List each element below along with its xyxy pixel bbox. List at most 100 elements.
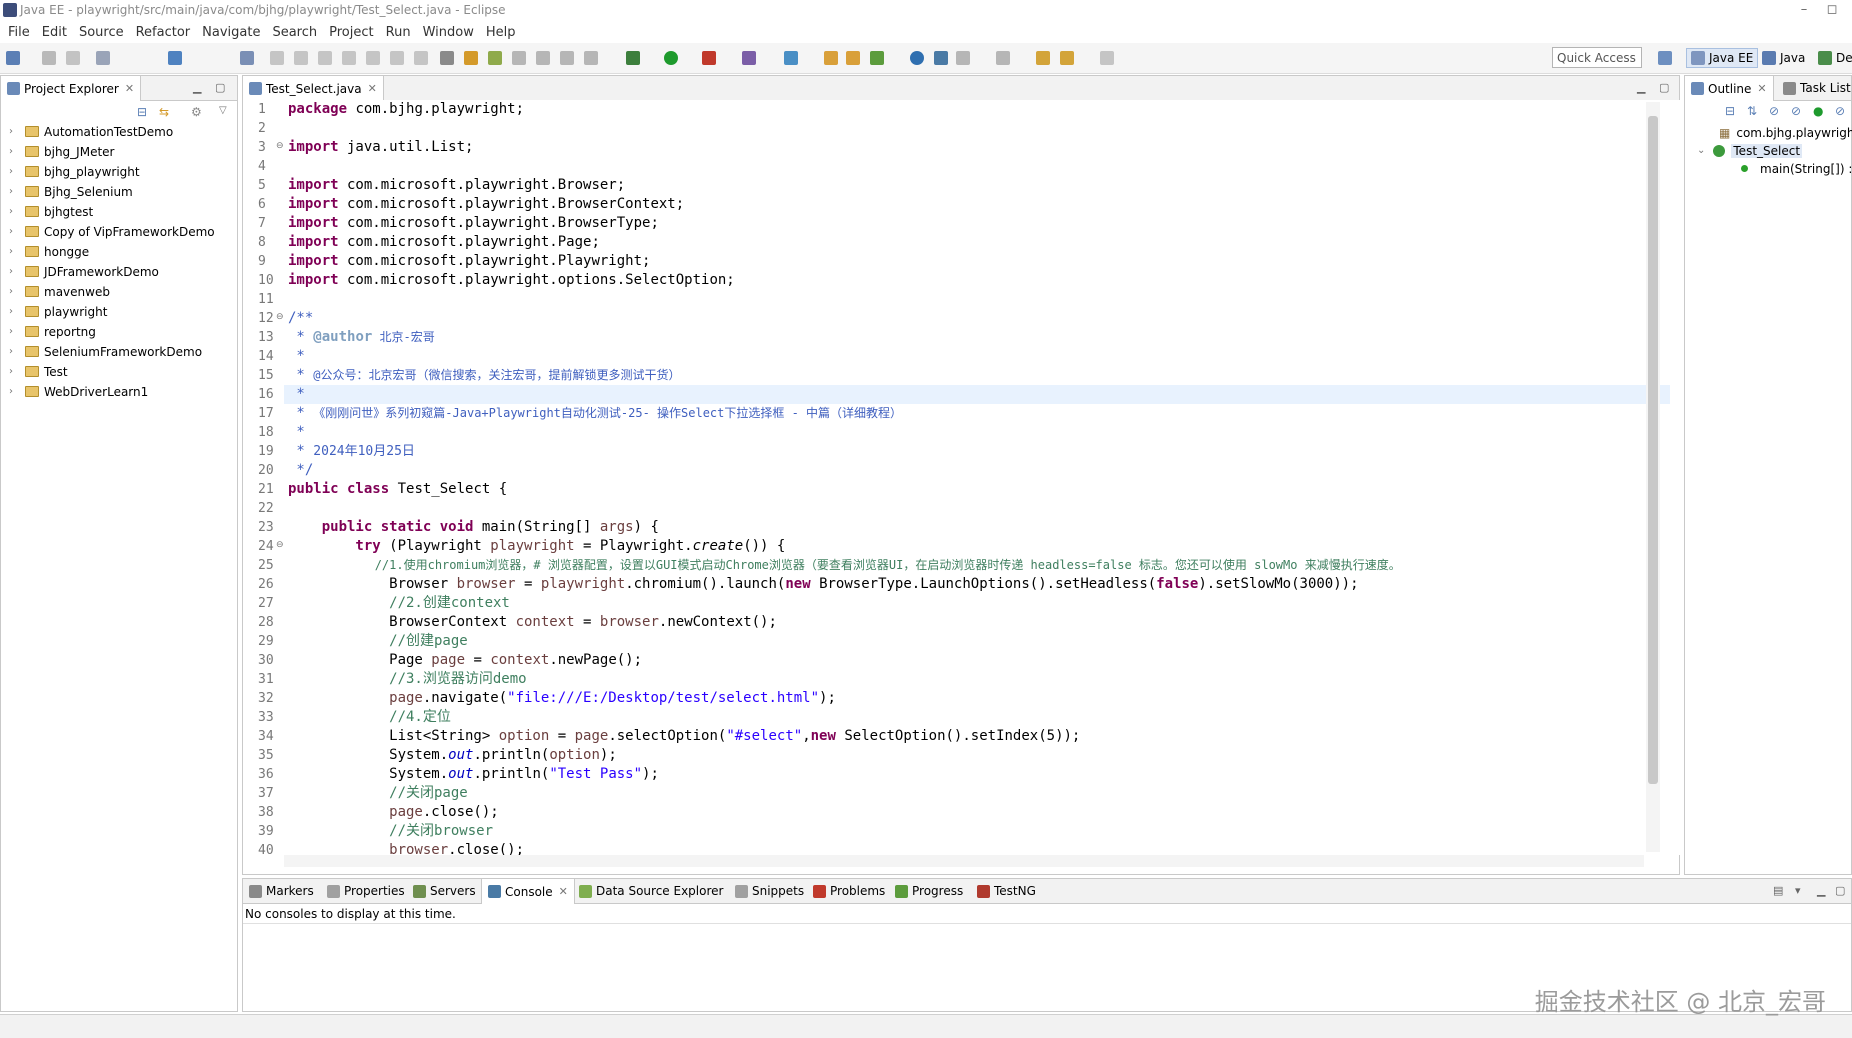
quick-access-input[interactable]: Quick Access bbox=[1552, 47, 1642, 68]
forward-icon[interactable] bbox=[1100, 51, 1114, 65]
open-perspective-icon[interactable] bbox=[1658, 51, 1672, 65]
show-whitespace-icon[interactable] bbox=[560, 51, 574, 65]
new-class-icon[interactable] bbox=[846, 51, 860, 65]
hide-fields-icon[interactable]: ⊘ bbox=[1769, 104, 1779, 118]
chevron-right-icon[interactable]: › bbox=[9, 186, 19, 197]
perspective-java[interactable]: Java bbox=[1762, 48, 1805, 68]
annotation-prev-icon[interactable] bbox=[996, 51, 1010, 65]
list-item[interactable]: › SeleniumFrameworkDemo bbox=[9, 343, 202, 360]
link-editor-icon[interactable]: ⇆ bbox=[159, 105, 169, 119]
minimize-button[interactable]: – bbox=[1790, 0, 1818, 22]
open-perspective-tool-icon[interactable] bbox=[870, 51, 884, 65]
minimize-view-icon[interactable]: ▁ bbox=[193, 81, 201, 94]
tab-outline[interactable]: Outline ✕ bbox=[1684, 76, 1774, 101]
chevron-right-icon[interactable]: › bbox=[9, 206, 19, 217]
list-item[interactable]: › Bjhg_Selenium bbox=[9, 183, 133, 200]
display-console-icon[interactable]: ▤ bbox=[1773, 884, 1783, 897]
toggle-mark-icon[interactable] bbox=[512, 51, 526, 65]
menu-edit[interactable]: Edit bbox=[42, 25, 67, 40]
hide-nonpublic-icon[interactable]: ● bbox=[1813, 104, 1823, 118]
run-icon[interactable] bbox=[664, 51, 678, 65]
minimize-view-icon[interactable]: ▁ bbox=[1637, 81, 1645, 94]
maximize-view-icon[interactable]: ▢ bbox=[1659, 81, 1669, 94]
tab-markers[interactable]: Markers bbox=[243, 879, 320, 903]
list-item[interactable]: › bjhg_playwright bbox=[9, 163, 140, 180]
disconnect-icon[interactable] bbox=[342, 51, 356, 65]
debug-icon[interactable] bbox=[626, 51, 640, 65]
terminate-icon[interactable] bbox=[318, 51, 332, 65]
open-type-icon[interactable] bbox=[440, 51, 454, 65]
open-web-icon[interactable] bbox=[934, 51, 948, 65]
maximize-view-icon[interactable]: ▢ bbox=[1835, 884, 1845, 897]
tab-test-select-java[interactable]: Test_Select.java ✕ bbox=[242, 76, 384, 101]
list-item[interactable]: › WebDriverLearn1 bbox=[9, 383, 148, 400]
tab-snippets[interactable]: Snippets bbox=[729, 879, 810, 903]
close-icon[interactable]: ✕ bbox=[125, 82, 134, 95]
chevron-right-icon[interactable]: › bbox=[9, 386, 19, 397]
print-icon[interactable] bbox=[96, 51, 110, 65]
close-icon[interactable]: ✕ bbox=[368, 82, 377, 95]
close-icon[interactable]: ✕ bbox=[559, 885, 568, 898]
search-task-icon[interactable] bbox=[488, 51, 502, 65]
maximize-button[interactable]: ◻ bbox=[1818, 0, 1846, 22]
tab-project-explorer[interactable]: Project Explorer ✕ bbox=[0, 76, 142, 101]
save-all-icon[interactable] bbox=[66, 51, 80, 65]
fold-toggle-icon[interactable]: ⊖ bbox=[276, 540, 284, 550]
list-item[interactable]: › Copy of VipFrameworkDemo bbox=[9, 223, 215, 240]
chevron-right-icon[interactable]: › bbox=[9, 286, 19, 297]
chevron-right-icon[interactable]: › bbox=[9, 326, 19, 337]
tab-testng[interactable]: TestNG bbox=[971, 879, 1042, 903]
list-item[interactable]: › playwright bbox=[9, 303, 107, 320]
filter-icon[interactable]: ⚙ bbox=[191, 105, 202, 119]
chevron-right-icon[interactable]: › bbox=[9, 166, 19, 177]
tab-progress[interactable]: Progress bbox=[889, 879, 969, 903]
perspective-java-ee[interactable]: Java EE bbox=[1686, 48, 1759, 68]
chevron-right-icon[interactable]: › bbox=[9, 346, 19, 357]
hide-local-types-icon[interactable]: ⊘ bbox=[1835, 104, 1845, 118]
tab-console[interactable]: Console ✕ bbox=[481, 879, 575, 904]
maximize-view-icon[interactable]: ▢ bbox=[215, 81, 225, 94]
sort-icon[interactable]: ⇅ bbox=[1747, 104, 1757, 118]
back-icon[interactable] bbox=[1060, 51, 1074, 65]
terminal-icon[interactable] bbox=[168, 51, 182, 65]
toggle-word-wrap-icon[interactable] bbox=[584, 51, 598, 65]
menu-search[interactable]: Search bbox=[272, 25, 317, 40]
toggle-block-icon[interactable] bbox=[536, 51, 550, 65]
outline-item-method[interactable]: main(String[]) : bbox=[1741, 160, 1852, 177]
hide-static-icon[interactable]: ⊘ bbox=[1791, 104, 1801, 118]
web-browser-icon[interactable] bbox=[910, 51, 924, 65]
list-item[interactable]: › reportng bbox=[9, 323, 96, 340]
resume-icon[interactable] bbox=[270, 51, 284, 65]
menu-refactor[interactable]: Refactor bbox=[136, 25, 191, 40]
tab-problems[interactable]: Problems bbox=[807, 879, 891, 903]
editor-vertical-scrollbar[interactable] bbox=[1646, 102, 1660, 852]
menu-run[interactable]: Run bbox=[386, 25, 411, 40]
save-icon[interactable] bbox=[42, 51, 56, 65]
minimize-view-icon[interactable]: ▁ bbox=[1817, 884, 1825, 897]
code-editor[interactable]: 1 2 3 4 5 6 7 8 9 10 11 12 13 14 15 16 1… bbox=[244, 100, 1684, 855]
view-menu-icon[interactable]: ▾ bbox=[1795, 884, 1801, 897]
list-item[interactable]: › AutomationTestDemo bbox=[9, 123, 173, 140]
new-package-icon[interactable] bbox=[824, 51, 838, 65]
list-item[interactable]: › bjhg_JMeter bbox=[9, 143, 114, 160]
list-item[interactable]: › mavenweb bbox=[9, 283, 110, 300]
skip-breakpoints-icon[interactable] bbox=[240, 51, 254, 65]
chevron-right-icon[interactable]: › bbox=[9, 246, 19, 257]
list-item[interactable]: › JDFrameworkDemo bbox=[9, 263, 159, 280]
list-item[interactable]: › hongge bbox=[9, 243, 89, 260]
chevron-right-icon[interactable]: › bbox=[9, 126, 19, 137]
step-return-icon[interactable] bbox=[414, 51, 428, 65]
collapse-all-icon[interactable]: ⊟ bbox=[1725, 104, 1735, 118]
close-icon[interactable]: ✕ bbox=[1757, 82, 1766, 95]
chevron-right-icon[interactable]: › bbox=[9, 266, 19, 277]
step-into-icon[interactable] bbox=[366, 51, 380, 65]
perspective-debug[interactable]: De bbox=[1818, 48, 1852, 68]
menu-file[interactable]: File bbox=[8, 25, 30, 40]
new-java-project-icon[interactable] bbox=[784, 51, 798, 65]
menu-source[interactable]: Source bbox=[79, 25, 124, 40]
chevron-right-icon[interactable]: › bbox=[9, 146, 19, 157]
external-tools-icon[interactable] bbox=[742, 51, 756, 65]
list-item[interactable]: › bjhgtest bbox=[9, 203, 93, 220]
tab-data-source-explorer[interactable]: Data Source Explorer bbox=[573, 879, 729, 903]
fold-toggle-icon[interactable]: ⊖ bbox=[276, 141, 284, 151]
